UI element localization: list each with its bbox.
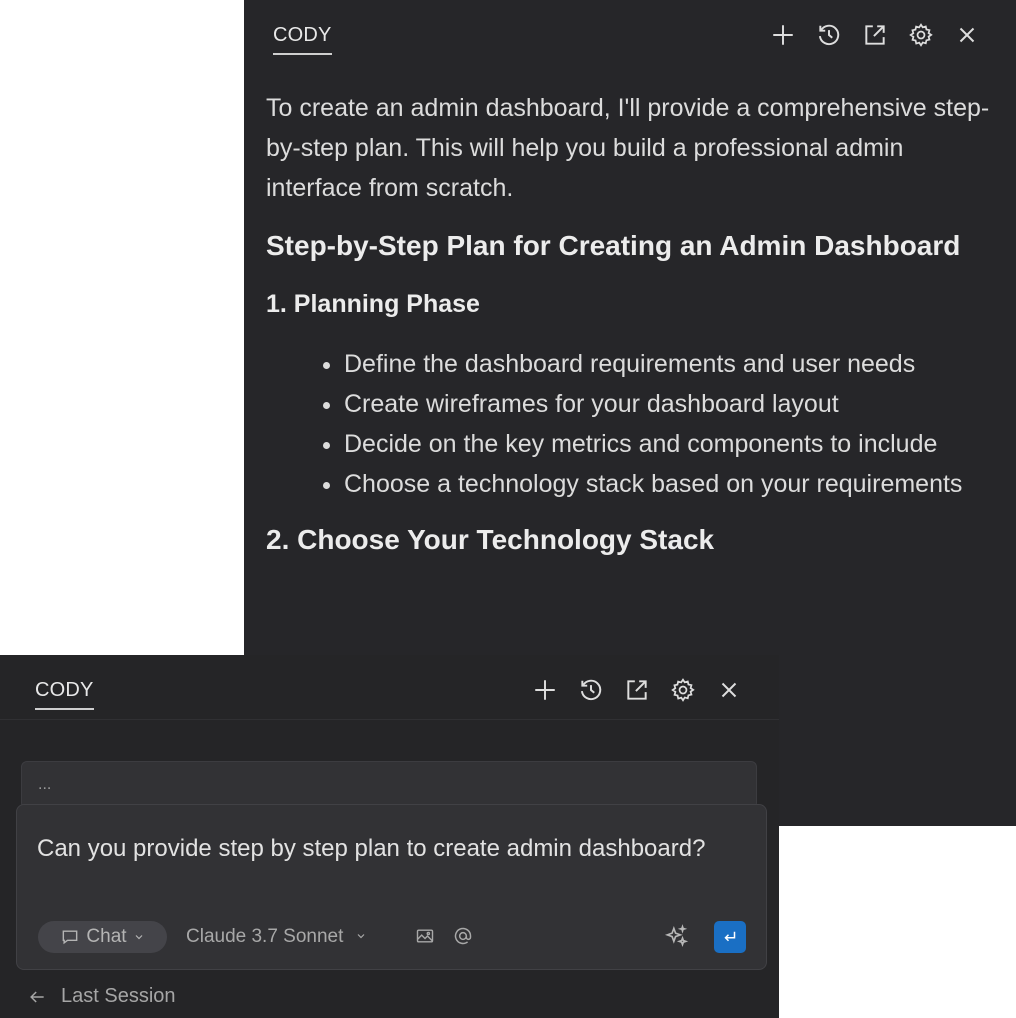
open-external-icon[interactable]: [860, 20, 890, 50]
mention-icon[interactable]: [452, 925, 474, 947]
mode-label: Chat: [86, 926, 127, 947]
response-next-heading: 2. Choose Your Technology Stack: [266, 524, 715, 555]
list-item: Decide on the key metrics and components…: [344, 424, 1006, 464]
chevron-down-icon: [357, 934, 365, 939]
plus-icon[interactable]: [768, 20, 798, 50]
gear-icon[interactable]: [906, 20, 936, 50]
plus-icon[interactable]: [530, 675, 560, 705]
arrow-left-icon: [30, 990, 44, 1003]
input-toolbar: Chat Claude 3.7 Sonnet: [38, 921, 746, 955]
history-icon[interactable]: [814, 20, 844, 50]
list-item: Create wireframes for your dashboard lay…: [344, 384, 1006, 424]
chat-input[interactable]: Can you provide step by step plan to cre…: [37, 831, 727, 866]
footer-label: Last Session: [61, 985, 176, 1007]
last-session-link[interactable]: Last Session: [27, 985, 176, 1008]
bullet-list: Define the dashboard requirements and us…: [266, 344, 1006, 504]
chevron-down-icon: [135, 935, 142, 940]
list-item: Choose a technology stack based on your …: [344, 464, 1006, 504]
header-toolbar: [768, 20, 982, 50]
assistant-response: To create an admin dashboard, I'll provi…: [266, 88, 1006, 560]
response-heading: Step-by-Step Plan for Creating an Admin …: [266, 230, 961, 261]
gear-icon[interactable]: [668, 675, 698, 705]
list-item: Define the dashboard requirements and us…: [344, 344, 1006, 384]
model-selector[interactable]: Claude 3.7 Sonnet: [186, 926, 367, 948]
chat-input-box[interactable]: Can you provide step by step plan to cre…: [16, 804, 767, 970]
submit-button[interactable]: [714, 921, 746, 953]
response-subheading: 1. Planning Phase: [266, 290, 480, 318]
close-icon[interactable]: [714, 675, 744, 705]
previous-message[interactable]: ...: [21, 761, 757, 809]
sparkle-icon[interactable]: [662, 923, 690, 951]
mode-selector[interactable]: Chat: [38, 921, 167, 953]
header-toolbar: [530, 675, 744, 705]
response-intro: To create an admin dashboard, I'll provi…: [266, 94, 990, 202]
history-icon[interactable]: [576, 675, 606, 705]
close-icon[interactable]: [952, 20, 982, 50]
model-label: Claude 3.7 Sonnet: [186, 926, 344, 947]
open-external-icon[interactable]: [622, 675, 652, 705]
enter-icon: [724, 931, 736, 942]
panel-header: CODY: [0, 655, 779, 717]
header-divider: [0, 719, 779, 720]
image-icon[interactable]: [414, 925, 436, 947]
tab-cody[interactable]: CODY: [273, 24, 332, 55]
chat-bubble-icon: [63, 930, 78, 945]
tab-cody[interactable]: CODY: [35, 679, 94, 710]
chat-panel-front: CODY ... Can you provide step by step pl…: [0, 655, 779, 1018]
panel-header: CODY: [244, 0, 1016, 62]
